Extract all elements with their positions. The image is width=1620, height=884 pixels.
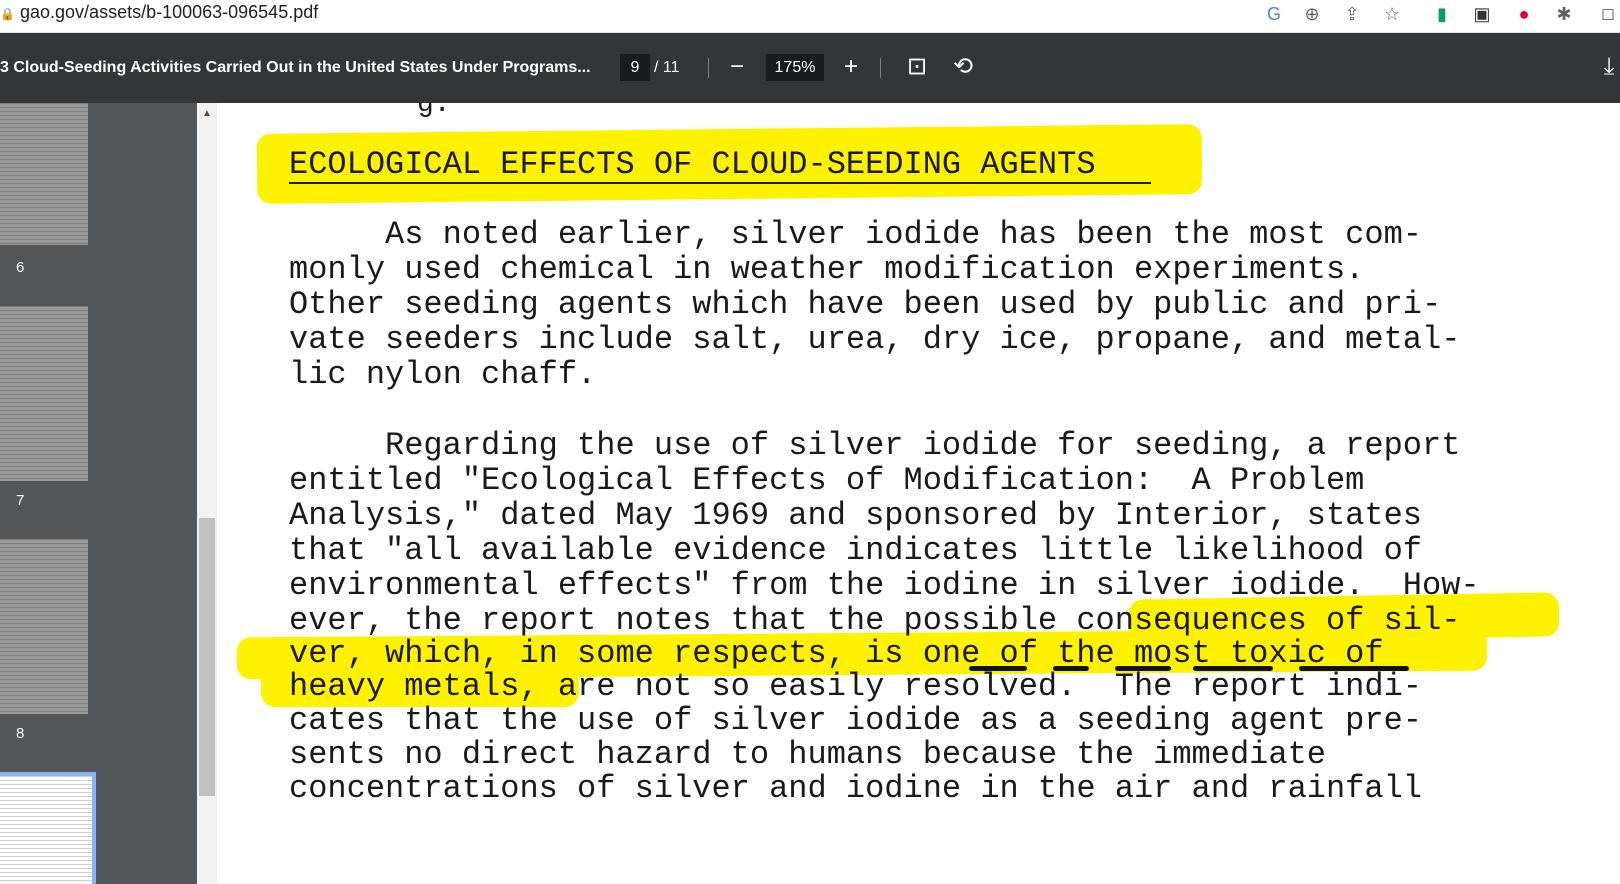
section-heading: ECOLOGICAL EFFECTS OF CLOUD-SEEDING AGEN… [289,146,1096,183]
heading-underline [289,182,1151,184]
thumbnail-page-number: 6 [16,259,25,276]
pdf-toolbar: 3 Cloud-Seeding Activities Carried Out i… [0,33,1620,103]
toolbar-divider [880,58,881,78]
page-thumbnail[interactable] [0,539,88,714]
ink-underline [1053,666,1089,671]
page-thumbnail-active[interactable] [0,772,96,884]
google-icon[interactable]: G [1262,2,1286,26]
scrollbar[interactable]: ▲ [197,103,217,884]
window-icon[interactable]: □ [1596,2,1620,26]
page-thumbnail[interactable] [0,306,88,481]
rotate-icon[interactable]: ⟲ [948,52,978,82]
text-line: lic nylon chaff. [289,356,597,393]
text-line: that "all available evidence indicates l… [289,532,1422,569]
text-line: concentrations of silver and iodine in t… [289,770,1422,807]
page-thumbnail[interactable] [0,103,88,245]
ink-underline [1299,666,1409,671]
text-line: entitled "Ecological Effects of Modifica… [289,462,1365,499]
thumbnail-sidebar[interactable]: 6 7 8 [0,103,197,884]
star-icon[interactable]: ☆ [1380,2,1404,26]
cutoff-text: g. [417,103,451,120]
new-ext-icon[interactable]: ▣ [1470,2,1494,26]
toolbar-divider [708,58,709,78]
text-line: Analysis," dated May 1969 and sponsored … [289,497,1422,534]
text-line: monly used chemical in weather modificat… [289,251,1365,288]
zoom-out-button[interactable]: − [722,52,752,82]
scrollbar-thumb[interactable] [199,518,215,796]
text-line: heavy metals, are not so easily resolved… [289,668,1422,705]
text-line: Regarding the use of silver iodide for s… [289,427,1461,464]
download-icon[interactable]: ⤓ [1598,52,1620,82]
document-title: 3 Cloud-Seeding Activities Carried Out i… [0,59,591,76]
page-number-input[interactable]: 9 [620,54,650,81]
address-bar[interactable]: 🔒 gao.gov/assets/b-100063-096545.pdf G ⊕ ⇪… [0,0,1620,33]
scroll-up-icon[interactable]: ▲ [201,108,213,120]
url-text[interactable]: gao.gov/assets/b-100063-096545.pdf [20,0,318,24]
bookmark-ext-icon[interactable]: ▮ [1430,2,1454,26]
pinterest-icon[interactable]: ● [1512,2,1536,26]
zoom-input[interactable]: 175% [766,54,824,81]
text-line: sents no direct hazard to humans because… [289,736,1326,773]
ink-underline [1193,666,1273,671]
text-line: environmental effects" from the iodine i… [289,567,1480,604]
lock-icon[interactable]: 🔒 [0,6,15,22]
zoom-icon[interactable]: ⊕ [1300,2,1324,26]
share-icon[interactable]: ⇪ [1340,2,1364,26]
page-total: / 11 [654,59,680,76]
puzzle-icon[interactable]: ✱ [1552,2,1576,26]
text-line: vate seeders include salt, urea, dry ice… [289,321,1461,358]
text-line: As noted earlier, silver iodide has been… [289,216,1422,253]
text-line: cates that the use of silver iodide as a… [289,702,1422,739]
text-line: ever, the report notes that the possible… [289,602,1461,639]
fit-page-icon[interactable]: ⊡ [902,52,932,82]
zoom-in-button[interactable]: + [836,52,866,82]
pdf-page: g. ECOLOGICAL EFFECTS OF CLOUD-SEEDING A… [217,103,1620,884]
text-line: Other seeding agents which have been use… [289,286,1442,323]
ink-underline [969,666,1027,671]
ink-underline [1115,666,1171,671]
thumbnail-page-number: 7 [16,492,25,509]
thumbnail-page-number: 8 [16,725,25,742]
